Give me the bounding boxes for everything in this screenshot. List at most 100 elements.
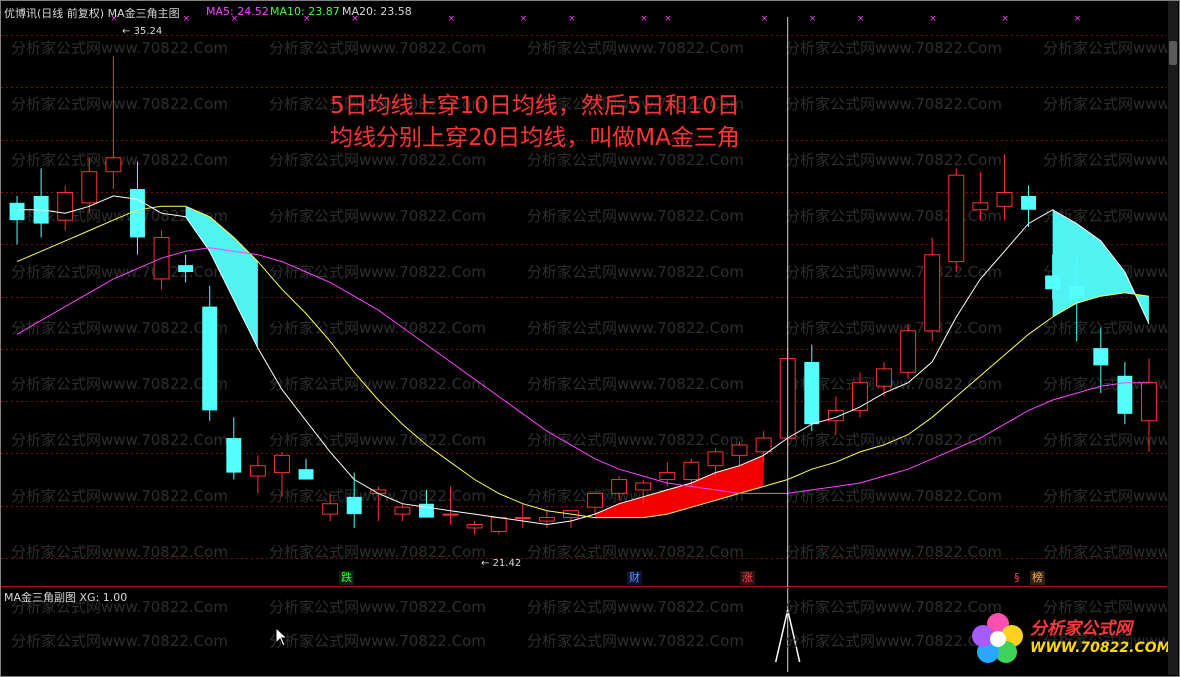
watermark-text: 分析家公式网www.70822.Com: [269, 39, 486, 57]
candle-body: [683, 461, 700, 481]
signal-marker: ×: [183, 14, 191, 24]
sub-chart-title: MA金三角副图 XG: 1.00: [4, 591, 128, 604]
signal-marker: ×: [809, 14, 817, 24]
event-badge-section[interactable]: §: [1012, 571, 1022, 585]
flower-icon: [972, 613, 1023, 663]
low-price-value: 21.42: [492, 558, 522, 569]
watermark-text: 分析家公式网www.70822.Com: [785, 39, 1002, 57]
candle-body: [57, 191, 74, 221]
candle-body: [804, 361, 820, 425]
strategy-annotation: 5日均线上穿10日均线，然后5日和10日 均线分别上穿20日均线，叫做MA金三角: [330, 90, 850, 154]
candle-body: [9, 202, 25, 221]
signal-marker: ×: [1001, 14, 1009, 24]
event-badge-zhang[interactable]: 涨: [740, 571, 755, 585]
candle-body: [178, 265, 194, 273]
watermark-text: 分析家公式网www.70822.Com: [527, 598, 744, 616]
watermark-text: 分析家公式网www.70822.Com: [785, 207, 1002, 225]
watermark-text: 分析家公式网www.70822.Com: [1043, 39, 1167, 57]
watermark-text: 分析家公式网www.70822.Com: [11, 431, 228, 449]
watermark-text: 分析家公式网www.70822.Com: [527, 263, 744, 281]
watermark-text: 分析家公式网www.70822.Com: [527, 207, 744, 225]
high-price-label: ← 35.24: [122, 26, 163, 37]
signal-marker: ×: [640, 14, 648, 24]
candle-body: [851, 382, 868, 411]
candle-body: [948, 174, 965, 263]
candle-body: [298, 469, 314, 480]
watermark-text: 分析家公式网www.70822.Com: [269, 431, 486, 449]
watermark-text: 分析家公式网www.70822.Com: [11, 263, 228, 281]
watermark-text: 分析家公式网www.70822.Com: [785, 487, 1002, 505]
high-price-value: 35.24: [133, 26, 163, 37]
watermark-text: 分析家公式网www.70822.Com: [785, 431, 1002, 449]
signal-marker: ×: [664, 14, 672, 24]
candle-body: [876, 368, 893, 387]
watermark-text: 分析家公式网www.70822.Com: [11, 632, 228, 650]
watermark-text: 分析家公式网www.70822.Com: [1043, 95, 1167, 113]
watermark-text: 分析家公式网www.70822.Com: [527, 39, 744, 57]
watermark-text: 分析家公式网www.70822.Com: [269, 375, 486, 393]
logo-url: WWW.70822.COM: [1030, 640, 1171, 656]
candle-body: [707, 451, 724, 467]
main-chart-svg[interactable]: 分析家公式网www.70822.Com 分析家公式网www.70822.Com 分析…: [1, 1, 1180, 617]
watermark-text: 分析家公式网www.70822.Com: [1043, 543, 1167, 561]
candle-body: [587, 492, 604, 508]
main-chart-panel[interactable]: 分析家公式网www.70822.Com 分析家公式网www.70822.Com 分析…: [1, 1, 1180, 617]
watermark-text: 分析家公式网www.70822.Com: [527, 431, 744, 449]
watermark-text: 分析家公式网www.70822.Com: [527, 543, 744, 561]
watermark-text: 分析家公式网www.70822.Com: [269, 598, 486, 616]
watermark-text: 分析家公式网www.70822.Com: [785, 263, 1002, 281]
candle-body: [394, 506, 411, 515]
candle-body: [1093, 348, 1109, 366]
watermark-text: 分析家公式网www.70822.Com: [11, 487, 228, 505]
candle-body: [322, 503, 339, 515]
low-price-label: ← 21.42: [481, 558, 522, 569]
candle-body: [611, 479, 628, 494]
ma20-readout: MA20: 23.58: [342, 5, 412, 18]
candle-body: [273, 454, 290, 474]
scrollbar-thumb[interactable]: [1169, 41, 1177, 65]
watermark-text: 分析家公式网www.70822.Com: [269, 632, 486, 650]
candle-body: [731, 444, 748, 456]
event-badge-cai[interactable]: 财: [627, 571, 642, 585]
watermark-text: 分析家公式网www.70822.Com: [269, 543, 486, 561]
signal-marker: ×: [1074, 14, 1082, 24]
candle-body: [755, 437, 772, 453]
watermark-text: 分析家公式网www.70822.Com: [11, 39, 228, 57]
mouse-cursor-icon: [275, 627, 289, 647]
annotation-line-2: 均线分别上穿20日均线，叫做MA金三角: [330, 125, 740, 151]
signal-marker: ×: [520, 14, 528, 24]
candle-body: [1021, 195, 1037, 210]
candle-body: [635, 482, 652, 491]
watermark-text: 分析家公式网www.70822.Com: [1043, 487, 1167, 505]
ma10-readout: MA10: 23.87: [270, 5, 340, 18]
watermark-text: 分析家公式网www.70822.Com: [269, 207, 486, 225]
candle-body: [972, 202, 989, 211]
event-badge-die[interactable]: 跌: [339, 571, 354, 585]
candle-body: [1069, 285, 1085, 300]
signal-marker: ×: [929, 14, 937, 24]
watermark-text: 分析家公式网www.70822.Com: [11, 543, 228, 561]
chart-window: 分析家公式网www.70822.Com 分析家公式网www.70822.Com 分析…: [0, 0, 1180, 677]
signal-marker: ×: [448, 14, 456, 24]
annotation-line-1: 5日均线上穿10日均线，然后5日和10日: [330, 93, 740, 119]
candle-body: [202, 306, 218, 411]
event-badge-bang[interactable]: 榜: [1030, 571, 1045, 585]
candle-body: [996, 191, 1013, 207]
candle-body: [226, 438, 242, 473]
watermark-text: 分析家公式网www.70822.Com: [11, 95, 228, 113]
signal-marker: ×: [568, 14, 576, 24]
watermark-text: 分析家公式网www.70822.Com: [11, 319, 228, 337]
ma5-readout: MA5: 24.52: [206, 5, 269, 18]
vertical-scrollbar[interactable]: [1168, 1, 1178, 675]
candle-body: [442, 513, 459, 516]
ma-line-ma10: [16, 205, 1150, 519]
signal-marker: ×: [857, 14, 865, 24]
site-logo: 分析家公式网 WWW.70822.COM: [970, 608, 1171, 668]
candle-body: [1045, 275, 1061, 290]
watermark-text: 分析家公式网www.70822.Com: [785, 543, 1002, 561]
candle-body: [81, 171, 98, 204]
candle-body: [924, 254, 941, 332]
watermark-text: 分析家公式网www.70822.Com: [1043, 431, 1167, 449]
watermark-text: 分析家公式网www.70822.Com: [527, 319, 744, 337]
chart-title: 优博讯(日线 前复权) MA金三角主图: [4, 7, 180, 20]
